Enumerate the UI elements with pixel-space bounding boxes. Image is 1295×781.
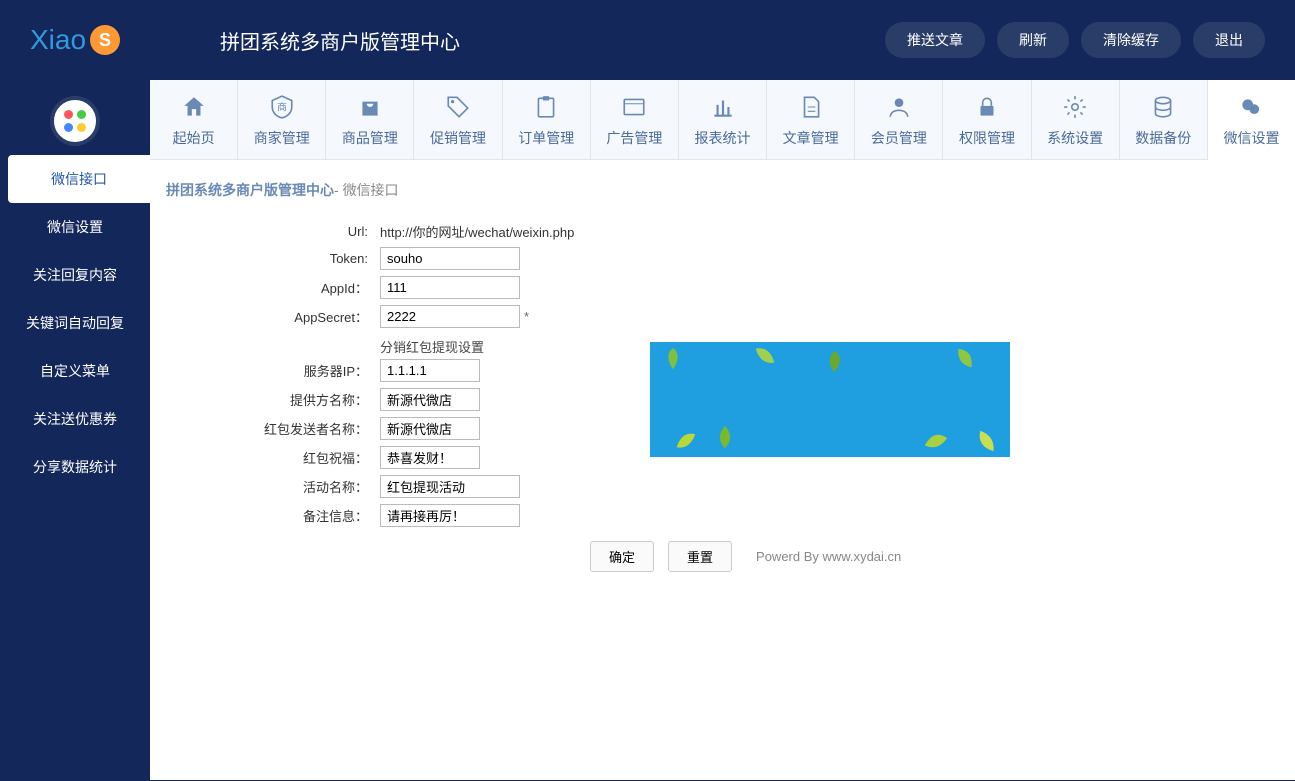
merchant-icon: 商 <box>238 94 325 122</box>
appsecret-input[interactable] <box>380 305 520 328</box>
tab-merchant[interactable]: 商 商家管理 <box>238 80 326 159</box>
tab-members[interactable]: 会员管理 <box>855 80 943 159</box>
form: Url: http://你的网址/wechat/weixin.php Token… <box>150 212 1295 582</box>
token-label: Token: <box>170 251 380 266</box>
content: 起始页 商 商家管理 商品管理 促销管理 订单管理 广告管理 <box>150 80 1295 780</box>
remark-label: 备注信息： <box>170 506 380 525</box>
overlay-banner <box>650 342 1010 457</box>
page-title: 拼团系统多商户版管理中心 <box>220 26 460 55</box>
appid-input[interactable] <box>380 276 520 299</box>
tab-ads[interactable]: 广告管理 <box>591 80 679 159</box>
tab-backup[interactable]: 数据备份 <box>1120 80 1208 159</box>
activity-input[interactable] <box>380 475 520 498</box>
clear-cache-button[interactable]: 清除缓存 <box>1081 22 1181 58</box>
gear-icon <box>1032 94 1119 122</box>
tab-products[interactable]: 商品管理 <box>326 80 414 159</box>
sidebar: 微信接口 微信设置 关注回复内容 关键词自动回复 自定义菜单 关注送优惠券 分享… <box>0 80 150 780</box>
svg-text:商: 商 <box>277 100 287 113</box>
tab-settings[interactable]: 系统设置 <box>1032 80 1120 159</box>
serverip-label: 服务器IP： <box>170 361 380 380</box>
clipboard-icon <box>503 94 590 122</box>
reset-button[interactable]: 重置 <box>668 541 732 572</box>
breadcrumb-current: 微信接口 <box>343 182 399 198</box>
logo-badge-icon: S <box>90 25 120 55</box>
sidebar-item-wechat-api[interactable]: 微信接口 <box>8 155 150 203</box>
tab-reports[interactable]: 报表统计 <box>679 80 767 159</box>
chart-icon <box>679 94 766 122</box>
database-icon <box>1120 94 1207 122</box>
home-icon <box>150 94 237 122</box>
breadcrumb-main: 拼团系统多商户版管理中心 <box>166 182 334 198</box>
wish-input[interactable] <box>380 446 480 469</box>
wechat-icon <box>1208 94 1295 122</box>
top-nav: 起始页 商 商家管理 商品管理 促销管理 订单管理 广告管理 <box>150 80 1295 160</box>
window-icon <box>591 94 678 122</box>
breadcrumb: 拼团系统多商户版管理中心- 微信接口 <box>150 160 1295 212</box>
url-label: Url: <box>170 224 380 239</box>
url-value: http://你的网址/wechat/weixin.php <box>380 222 574 241</box>
sidebar-item-wechat-settings[interactable]: 微信设置 <box>0 203 150 251</box>
push-article-button[interactable]: 推送文章 <box>885 22 985 58</box>
required-star: * <box>524 309 529 324</box>
user-icon <box>855 94 942 122</box>
provider-label: 提供方名称： <box>170 390 380 409</box>
file-icon <box>767 94 854 122</box>
sidebar-item-custom-menu[interactable]: 自定义菜单 <box>0 347 150 395</box>
powered-by: Powerd By www.xydai.cn <box>756 549 901 564</box>
tab-articles[interactable]: 文章管理 <box>767 80 855 159</box>
sidebar-avatar-icon <box>50 96 100 146</box>
sidebar-menu: 微信接口 微信设置 关注回复内容 关键词自动回复 自定义菜单 关注送优惠券 分享… <box>0 155 150 491</box>
sender-label: 红包发送者名称： <box>170 419 380 438</box>
serverip-input[interactable] <box>380 359 480 382</box>
remark-input[interactable] <box>380 504 520 527</box>
tag-icon <box>414 94 501 122</box>
submit-button[interactable]: 确定 <box>590 541 654 572</box>
lock-icon <box>943 94 1030 122</box>
tab-wechat[interactable]: 微信设置 <box>1208 80 1295 160</box>
bag-icon <box>326 94 413 122</box>
tab-orders[interactable]: 订单管理 <box>503 80 591 159</box>
sidebar-item-follow-reply[interactable]: 关注回复内容 <box>0 251 150 299</box>
sender-input[interactable] <box>380 417 480 440</box>
token-input[interactable] <box>380 247 520 270</box>
header: Xiao S 拼团系统多商户版管理中心 推送文章 刷新 清除缓存 退出 <box>0 0 1295 80</box>
main: 微信接口 微信设置 关注回复内容 关键词自动回复 自定义菜单 关注送优惠券 分享… <box>0 80 1295 780</box>
wish-label: 红包祝福： <box>170 448 380 467</box>
tab-permissions[interactable]: 权限管理 <box>943 80 1031 159</box>
provider-input[interactable] <box>380 388 480 411</box>
logo: Xiao S <box>30 24 120 56</box>
tab-promotion[interactable]: 促销管理 <box>414 80 502 159</box>
activity-label: 活动名称： <box>170 477 380 496</box>
logo-text: Xiao <box>30 24 86 56</box>
tab-home[interactable]: 起始页 <box>150 80 238 159</box>
sidebar-item-follow-coupon[interactable]: 关注送优惠券 <box>0 395 150 443</box>
refresh-button[interactable]: 刷新 <box>997 22 1069 58</box>
sidebar-item-keyword-reply[interactable]: 关键词自动回复 <box>0 299 150 347</box>
appid-label: AppId： <box>170 278 380 297</box>
appsecret-label: AppSecret： <box>170 307 380 326</box>
logout-button[interactable]: 退出 <box>1193 22 1265 58</box>
sidebar-item-share-stats[interactable]: 分享数据统计 <box>0 443 150 491</box>
